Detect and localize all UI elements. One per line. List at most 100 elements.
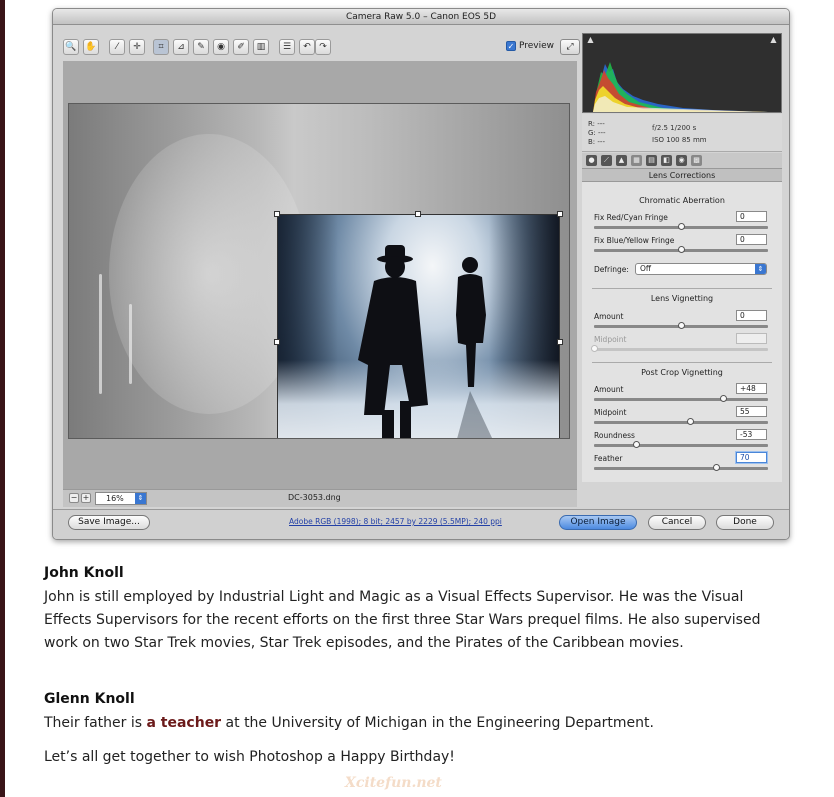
lens-vignetting-title: Lens Vignetting bbox=[650, 294, 714, 303]
slider-thumb[interactable] bbox=[632, 441, 640, 448]
lens-corrections-panel: Chromatic Aberration Fix Red/Cyan Fringe… bbox=[582, 182, 782, 482]
teacher-link[interactable]: a teacher bbox=[146, 715, 221, 731]
histogram: ▲ ▲ bbox=[582, 33, 782, 113]
person2-name: Glenn Knoll bbox=[44, 691, 135, 707]
rgb-g: G: --- bbox=[588, 129, 606, 137]
hsl-tab-icon[interactable]: ▦ bbox=[631, 155, 642, 166]
done-button[interactable]: Done bbox=[716, 515, 774, 530]
crop-handle[interactable] bbox=[415, 211, 421, 217]
crop-handle[interactable] bbox=[557, 339, 563, 345]
fix-blue-yellow-input[interactable]: 0 bbox=[736, 234, 767, 245]
spot-removal-icon[interactable]: ✎ bbox=[193, 39, 209, 55]
preview-label: Preview bbox=[519, 41, 555, 51]
preview-checkbox[interactable]: ✓ bbox=[506, 41, 516, 51]
vignetting-amount-input[interactable]: 0 bbox=[736, 310, 767, 321]
crop-handle[interactable] bbox=[557, 211, 563, 217]
highlight-clipping-icon[interactable]: ▲ bbox=[769, 36, 778, 45]
post-crop-feather-label: Feather bbox=[594, 454, 623, 463]
lens-corrections-tab-icon[interactable]: ◧ bbox=[661, 155, 672, 166]
post-crop-vignetting-title: Post Crop Vignetting bbox=[641, 368, 723, 377]
camera-calibration-tab-icon[interactable]: ◉ bbox=[676, 155, 687, 166]
file-name: DC-3053.dng bbox=[288, 493, 341, 502]
zoom-level-select[interactable]: 16% ⇕ bbox=[95, 492, 147, 505]
dialog-button-bar: Save Image... Adobe RGB (1998); 8 bit; 2… bbox=[53, 509, 789, 539]
image-preview-area[interactable] bbox=[63, 61, 577, 489]
slider-thumb[interactable] bbox=[712, 464, 720, 471]
window-title: Camera Raw 5.0 – Canon EOS 5D bbox=[53, 9, 789, 25]
rotate-left-icon[interactable]: ↶ bbox=[299, 39, 315, 55]
post-crop-feather-input[interactable]: 70 bbox=[736, 452, 767, 463]
post-crop-roundness-label: Roundness bbox=[594, 431, 635, 440]
crop-handle[interactable] bbox=[274, 211, 280, 217]
preferences-icon[interactable]: ☰ bbox=[279, 39, 295, 55]
fix-red-cyan-input[interactable]: 0 bbox=[736, 211, 767, 222]
vignetting-amount-slider[interactable] bbox=[594, 322, 768, 329]
basic-tab-icon[interactable]: ● bbox=[586, 155, 597, 166]
page-left-border bbox=[0, 0, 5, 797]
slider-thumb[interactable] bbox=[678, 246, 685, 253]
detail-tab-icon[interactable]: ▲ bbox=[616, 155, 627, 166]
toolbar: 🔍 ✋ ⁄ ✛ ⌗ ⊿ ✎ ◉ ✐ ▥ ☰ ↶ ↷ ✓ Preview ⤢ bbox=[63, 37, 580, 59]
save-image-button[interactable]: Save Image... bbox=[68, 515, 150, 530]
divider bbox=[592, 362, 772, 363]
red-eye-icon[interactable]: ◉ bbox=[213, 39, 229, 55]
workflow-options-link[interactable]: Adobe RGB (1998); 8 bit; 2457 by 2229 (5… bbox=[289, 517, 502, 526]
fullscreen-button[interactable]: ⤢ bbox=[560, 39, 580, 55]
person2-bio: Their father is a teacher at the Univers… bbox=[44, 712, 794, 735]
photo-light-streak bbox=[129, 304, 132, 384]
crop-handle[interactable] bbox=[274, 339, 280, 345]
crop-icon[interactable]: ⌗ bbox=[153, 39, 169, 55]
slider-thumb[interactable] bbox=[678, 223, 685, 230]
rotate-right-icon[interactable]: ↷ bbox=[315, 39, 331, 55]
defringe-select[interactable]: Off ⇕ bbox=[635, 263, 767, 275]
split-toning-tab-icon[interactable]: ▤ bbox=[646, 155, 657, 166]
tone-curve-tab-icon[interactable]: ⟋ bbox=[601, 155, 612, 166]
defringe-label: Defringe: bbox=[594, 265, 629, 274]
panel-title: Lens Corrections bbox=[582, 169, 782, 182]
fix-blue-yellow-slider[interactable] bbox=[594, 246, 768, 253]
post-crop-amount-slider[interactable] bbox=[594, 395, 768, 402]
open-image-button[interactable]: Open Image bbox=[559, 515, 637, 530]
presets-tab-icon[interactable]: ▩ bbox=[691, 155, 702, 166]
chevron-updown-icon: ⇕ bbox=[135, 493, 146, 504]
rgb-r: R: --- bbox=[588, 120, 605, 128]
vignetting-amount-label: Amount bbox=[594, 312, 624, 321]
post-crop-midpoint-label: Midpoint bbox=[594, 408, 627, 417]
post-crop-roundness-input[interactable]: -53 bbox=[736, 429, 767, 440]
zoom-in-button[interactable]: + bbox=[81, 493, 91, 503]
crop-region[interactable] bbox=[277, 214, 560, 438]
post-crop-midpoint-slider[interactable] bbox=[594, 418, 768, 425]
fix-red-cyan-label: Fix Red/Cyan Fringe bbox=[594, 213, 668, 222]
slider-thumb[interactable] bbox=[686, 418, 694, 425]
post-crop-midpoint-input[interactable]: 55 bbox=[736, 406, 767, 417]
hand-icon[interactable]: ✋ bbox=[83, 39, 99, 55]
fix-red-cyan-slider[interactable] bbox=[594, 223, 768, 230]
white-balance-icon[interactable]: ⁄ bbox=[109, 39, 125, 55]
vignetting-midpoint-input bbox=[736, 333, 767, 344]
zoom-value: 16% bbox=[106, 494, 124, 503]
zoom-icon[interactable]: 🔍 bbox=[63, 39, 79, 55]
photo-uncropped bbox=[68, 103, 570, 439]
histogram-graph bbox=[593, 62, 768, 112]
zoom-out-button[interactable]: − bbox=[69, 493, 79, 503]
vignetting-midpoint-slider bbox=[591, 345, 768, 352]
rgb-readout: R: --- G: --- B: --- f/2.5 1/200 s ISO 1… bbox=[582, 114, 782, 152]
straighten-icon[interactable]: ⊿ bbox=[173, 39, 189, 55]
post-crop-roundness-slider[interactable] bbox=[594, 441, 768, 448]
color-sampler-icon[interactable]: ✛ bbox=[129, 39, 145, 55]
silhouettes bbox=[358, 245, 493, 438]
watermark: Xcitefun.net bbox=[345, 775, 442, 791]
adjustment-brush-icon[interactable]: ✐ bbox=[233, 39, 249, 55]
preview-toggle[interactable]: ✓ Preview bbox=[506, 41, 554, 51]
post-crop-feather-slider[interactable] bbox=[594, 464, 768, 471]
slider-thumb[interactable] bbox=[719, 395, 727, 402]
photo-light-streak bbox=[99, 274, 102, 394]
shadow-clipping-icon[interactable]: ▲ bbox=[586, 36, 595, 45]
person1-name: John Knoll bbox=[44, 565, 124, 581]
graduated-filter-icon[interactable]: ▥ bbox=[253, 39, 269, 55]
cancel-button[interactable]: Cancel bbox=[648, 515, 706, 530]
slider-thumb[interactable] bbox=[678, 322, 685, 329]
camera-raw-window: Camera Raw 5.0 – Canon EOS 5D 🔍 ✋ ⁄ ✛ ⌗ ⊿ ✎ ◉ ✐ ▥… bbox=[52, 8, 790, 540]
post-crop-amount-input[interactable]: +48 bbox=[736, 383, 767, 394]
person1-bio: John is still employed by Industrial Lig… bbox=[44, 589, 761, 651]
